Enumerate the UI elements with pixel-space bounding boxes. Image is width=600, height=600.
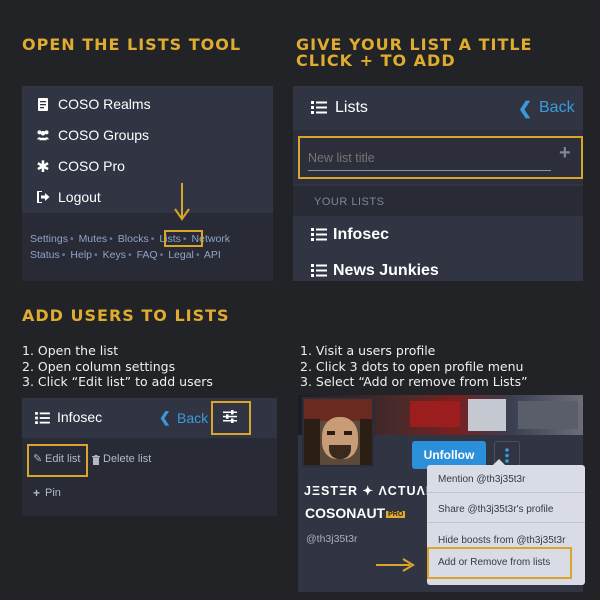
link-status[interactable]: Status [30,249,60,261]
delete-list-button[interactable]: Delete list [103,453,151,465]
list-icon [311,264,327,281]
logout-icon [36,190,50,204]
links-row-2: Status • Help • Keys • FAQ • Legal • API [30,249,221,261]
document-icon [36,97,50,111]
link-keys[interactable]: Keys [103,249,126,261]
users-icon [36,128,50,142]
column-title: Infosec [57,409,103,425]
avatar[interactable] [302,397,374,467]
list-icon [311,228,327,246]
nav-menu-panel: COSO Realms COSO Groups ✱ COSO Pro Logou… [22,86,273,281]
divider [427,522,585,523]
list-item-label: News Junkies [333,262,439,279]
steps-add-users: 1. Open the list 2. Open column settings… [22,343,213,390]
pro-badge: PRO [386,510,406,518]
list-item-news-junkies[interactable]: News Junkies [293,258,583,281]
add-remove-highlight [427,547,572,579]
profile-handle: @th3j35t3r [306,533,358,545]
arrow-down-icon [174,183,190,221]
pin-button[interactable]: Pin [45,487,61,499]
menu-label-pro: COSO Pro [58,158,125,174]
list-icon [35,411,50,429]
heading-add-users: ADD USERS TO LISTS [22,306,230,325]
your-lists-header: YOUR LISTS [293,186,583,216]
lists-link-highlight [164,230,203,247]
link-help[interactable]: Help [70,249,92,261]
menu-label-logout: Logout [58,189,101,205]
menu-item-share[interactable]: Share @th3j35t3r's profile [438,504,553,515]
lists-tool-panel: Lists ❮ Back + YOUR LISTS Infosec News J… [293,86,583,281]
steps-profile: 1. Visit a users profile 2. Click 3 dots… [300,343,528,390]
menu-label-realms: COSO Realms [58,96,151,112]
step-text: 2. Open column settings [22,358,176,374]
link-api[interactable]: API [204,249,221,261]
list-item-infosec[interactable]: Infosec [293,222,583,250]
back-button[interactable]: Back [539,99,575,117]
list-icon [311,101,327,119]
plus-icon: + [33,486,41,500]
step-text: 2. Click 3 dots to open profile menu [300,358,524,374]
menu-item-realms[interactable]: COSO Realms [22,96,151,112]
step-text: 1. Open the list [22,343,119,358]
chevron-left-icon[interactable]: ❮ [518,99,532,119]
menu-item-logout[interactable]: Logout [22,189,101,205]
heading-open-lists: OPEN THE LISTS TOOL [22,35,242,54]
menu-item-mention[interactable]: Mention @th3j35t3r [438,474,525,485]
heading-click-add: CLICK + TO ADD [296,51,456,70]
settings-highlight [211,401,251,435]
your-lists-label: YOUR LISTS [314,196,385,208]
dropdown-caret [493,459,505,465]
edit-list-highlight [27,444,88,477]
link-legal[interactable]: Legal [168,249,194,261]
menu-label-groups: COSO Groups [58,127,150,143]
divider [427,492,585,493]
display-name: JΞSTΞR ✦ ΛCTUΛL³ [304,484,440,498]
step-text: 3. Select “Add or remove from Lists” [300,374,528,389]
back-button[interactable]: Back [177,410,208,426]
step-text: 1. Visit a users profile [300,343,436,358]
lists-title: Lists [335,99,368,116]
asterisk-icon: ✱ [36,156,50,176]
menu-item-groups[interactable]: COSO Groups [22,127,149,143]
menu-item-hide-boosts[interactable]: Hide boosts from @th3j35t3r [438,535,565,546]
link-faq[interactable]: FAQ [137,249,158,261]
menu-item-pro[interactable]: ✱ COSO Pro [22,156,125,176]
list-item-label: Infosec [333,226,390,243]
link-mutes[interactable]: Mutes [79,233,108,245]
trash-icon [92,452,100,470]
org-logo: COSONAUT PRO [305,505,406,521]
new-list-highlight [298,136,583,179]
lists-header: Lists ❮ Back [293,86,583,130]
org-name: COSONAUT [305,505,386,521]
link-settings[interactable]: Settings [30,233,68,245]
footer-links-area: Settings • Mutes • Blocks • Lists • Network … [22,213,273,281]
link-blocks[interactable]: Blocks [118,233,149,245]
chevron-left-icon[interactable]: ❮ [159,409,171,426]
arrow-right-icon [376,558,415,572]
step-text: 3. Click “Edit list” to add users [22,374,213,389]
